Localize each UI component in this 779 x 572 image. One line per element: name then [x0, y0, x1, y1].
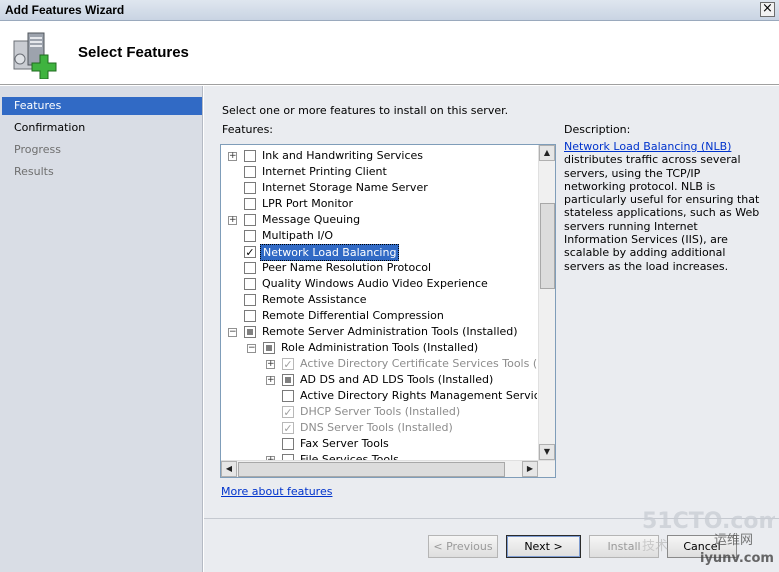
feature-row[interactable]: − Remote Server Administration Tools (Ins… — [221, 324, 537, 340]
feature-label: DNS Server Tools (Installed) — [300, 421, 453, 434]
previous-button[interactable]: < Previous — [428, 535, 498, 558]
feature-checkbox[interactable] — [244, 278, 256, 290]
feature-checkbox[interactable] — [244, 214, 256, 226]
expand-icon[interactable]: + — [266, 376, 275, 385]
feature-row[interactable]: ✓ Network Load Balancing — [221, 244, 537, 261]
feature-checkbox[interactable] — [244, 262, 256, 274]
feature-label: Role Administration Tools (Installed) — [281, 341, 479, 354]
feature-checkbox[interactable] — [282, 390, 294, 402]
feature-label: Message Queuing — [262, 213, 361, 226]
window-title: Add Features Wizard — [5, 3, 125, 17]
features-tree[interactable]: + Ink and Handwriting Services Internet Pr… — [220, 144, 556, 478]
collapse-icon[interactable]: − — [247, 344, 256, 353]
feature-checkbox[interactable] — [244, 166, 256, 178]
feature-label: Active Directory Certificate Services To… — [300, 357, 537, 370]
description-text: distributes traffic across several serve… — [564, 153, 760, 273]
feature-checkbox[interactable] — [244, 198, 256, 210]
feature-label: Peer Name Resolution Protocol — [262, 261, 432, 274]
feature-row[interactable]: Multipath I/O — [221, 228, 537, 244]
description-panel: Network Load Balancing (NLB) distributes… — [564, 140, 762, 273]
feature-checkbox[interactable] — [244, 230, 256, 242]
feature-label: File Services Tools — [300, 453, 399, 460]
feature-label: Remote Differential Compression — [262, 309, 444, 322]
feature-row[interactable]: Remote Assistance — [221, 292, 537, 308]
feature-checkbox[interactable]: ✓ — [244, 246, 256, 258]
scroll-up-icon[interactable]: ▲ — [539, 145, 555, 161]
horizontal-scroll-thumb[interactable] — [238, 462, 505, 477]
wizard-steps: Features Confirmation Progress Results — [0, 86, 203, 572]
vertical-scroll-thumb[interactable] — [540, 203, 555, 289]
feature-label: Fax Server Tools — [300, 437, 389, 450]
feature-row[interactable]: + AD DS and AD LDS Tools (Installed) — [221, 372, 537, 388]
feature-label: LPR Port Monitor — [262, 197, 354, 210]
feature-label: Remote Assistance — [262, 293, 367, 306]
feature-label: Active Directory Rights Management Servi… — [300, 389, 537, 402]
feature-label: Internet Storage Name Server — [262, 181, 428, 194]
feature-checkbox[interactable] — [244, 182, 256, 194]
expand-icon[interactable]: + — [228, 216, 237, 225]
feature-checkbox[interactable] — [244, 310, 256, 322]
feature-row[interactable]: + ✓ Active Directory Certificate Services … — [221, 356, 537, 372]
feature-row[interactable]: + File Services Tools — [221, 452, 537, 460]
feature-row[interactable]: Peer Name Resolution Protocol — [221, 260, 537, 276]
feature-checkbox[interactable] — [244, 150, 256, 162]
feature-checkbox[interactable] — [244, 326, 256, 338]
description-label: Description: — [564, 123, 631, 136]
feature-row[interactable]: Active Directory Rights Management Servi… — [221, 388, 537, 404]
feature-checkbox[interactable] — [282, 438, 294, 450]
instruction-text: Select one or more features to install o… — [222, 104, 509, 117]
next-button[interactable]: Next > — [506, 535, 581, 558]
scroll-right-icon[interactable]: ▶ — [522, 461, 538, 477]
vertical-scrollbar[interactable]: ▲ ▼ — [538, 145, 555, 460]
feature-checkbox: ✓ — [282, 422, 294, 435]
feature-checkbox: ✓ — [282, 406, 294, 419]
feature-checkbox: ✓ — [282, 358, 294, 371]
collapse-icon[interactable]: − — [228, 328, 237, 337]
feature-label: Internet Printing Client — [262, 165, 387, 178]
description-link[interactable]: Network Load Balancing (NLB) — [564, 140, 731, 153]
title-bar: Add Features Wizard × — [0, 0, 779, 21]
features-tree-rows: + Ink and Handwriting Services Internet Pr… — [221, 145, 537, 460]
server-add-icon — [10, 27, 60, 80]
feature-checkbox[interactable] — [282, 374, 294, 386]
feature-row[interactable]: Remote Differential Compression — [221, 308, 537, 324]
feature-row[interactable]: LPR Port Monitor — [221, 196, 537, 212]
feature-row[interactable]: ✓ DHCP Server Tools (Installed) — [221, 404, 537, 420]
page-title: Select Features — [78, 44, 189, 61]
feature-checkbox[interactable] — [263, 342, 275, 354]
feature-label: DHCP Server Tools (Installed) — [300, 405, 461, 418]
scroll-left-icon[interactable]: ◀ — [221, 461, 237, 477]
cancel-button[interactable]: Cancel — [667, 535, 737, 558]
more-about-features-link[interactable]: More about features — [221, 485, 332, 498]
button-bar: < Previous Next > Install Cancel — [204, 518, 779, 572]
scroll-down-icon[interactable]: ▼ — [539, 444, 555, 460]
expand-icon[interactable]: + — [228, 152, 237, 161]
feature-row[interactable]: + Message Queuing — [221, 212, 537, 228]
expand-icon[interactable]: + — [266, 360, 275, 369]
feature-row[interactable]: Internet Storage Name Server — [221, 180, 537, 196]
feature-label: Network Load Balancing — [260, 244, 400, 261]
step-confirmation[interactable]: Confirmation — [2, 119, 202, 137]
close-button[interactable]: × — [760, 2, 775, 17]
content-pane: Select one or more features to install o… — [204, 86, 779, 518]
feature-label: AD DS and AD LDS Tools (Installed) — [300, 373, 494, 386]
install-button[interactable]: Install — [589, 535, 659, 558]
feature-row[interactable]: Internet Printing Client — [221, 164, 537, 180]
feature-label: Multipath I/O — [262, 229, 334, 242]
step-features[interactable]: Features — [2, 97, 202, 115]
wizard-header: Select Features — [0, 21, 779, 85]
step-results: Results — [14, 165, 54, 178]
horizontal-scrollbar[interactable]: ◀ ▶ — [221, 460, 555, 477]
feature-row[interactable]: + Ink and Handwriting Services — [221, 148, 537, 164]
feature-label: Quality Windows Audio Video Experience — [262, 277, 488, 290]
feature-row[interactable]: Fax Server Tools — [221, 436, 537, 452]
feature-row[interactable]: − Role Administration Tools (Installed) — [221, 340, 537, 356]
feature-label: Ink and Handwriting Services — [262, 149, 424, 162]
step-progress: Progress — [14, 143, 61, 156]
feature-label: Remote Server Administration Tools (Inst… — [262, 325, 518, 338]
feature-checkbox[interactable] — [244, 294, 256, 306]
feature-row[interactable]: Quality Windows Audio Video Experience — [221, 276, 537, 292]
features-label: Features: — [222, 123, 274, 136]
feature-row[interactable]: ✓ DNS Server Tools (Installed) — [221, 420, 537, 436]
